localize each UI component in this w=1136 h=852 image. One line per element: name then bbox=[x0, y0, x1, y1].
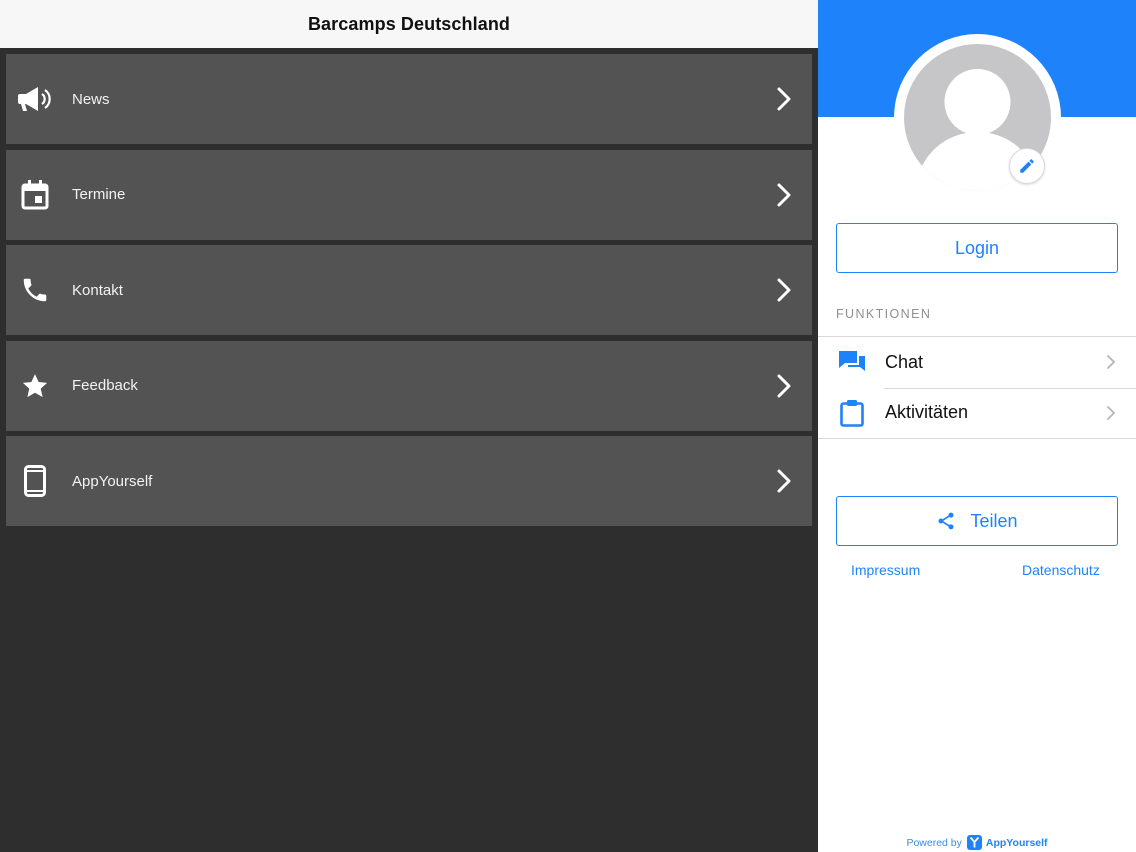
powered-by-prefix: Powered by bbox=[906, 836, 962, 849]
powered-by[interactable]: Powered by AppYourself bbox=[818, 835, 1136, 850]
star-icon bbox=[18, 370, 52, 402]
menu-item-label: News bbox=[72, 90, 110, 108]
powered-by-brand: AppYourself bbox=[985, 836, 1048, 849]
megaphone-icon bbox=[18, 83, 52, 115]
menu-item-appyourself[interactable]: AppYourself bbox=[6, 436, 812, 526]
pencil-icon bbox=[1020, 159, 1034, 173]
main-pane: Barcamps Deutschland News Termine Kontak… bbox=[0, 0, 818, 852]
appyourself-logo-icon bbox=[966, 835, 982, 850]
function-item-aktivitaeten[interactable]: Aktivitäten bbox=[818, 387, 1136, 439]
functions-list: Chat Aktivitäten bbox=[818, 336, 1136, 439]
chevron-right-icon bbox=[777, 183, 791, 206]
page-title: Barcamps Deutschland bbox=[307, 13, 511, 34]
share-button[interactable]: Teilen bbox=[836, 496, 1118, 546]
phone-icon bbox=[18, 274, 52, 306]
function-item-label: Aktivitäten bbox=[885, 402, 969, 423]
app-root: Barcamps Deutschland News Termine Kontak… bbox=[0, 0, 1136, 852]
login-button-label: Login bbox=[954, 237, 1000, 258]
chevron-right-icon bbox=[777, 374, 791, 397]
chevron-right-icon bbox=[1107, 405, 1116, 420]
menu-item-label: Feedback bbox=[72, 377, 138, 394]
function-item-chat[interactable]: Chat bbox=[818, 337, 1136, 388]
chevron-right-icon bbox=[777, 278, 791, 302]
clipboard-icon bbox=[838, 399, 866, 427]
menu-item-label: Termine bbox=[72, 186, 126, 203]
calendar-icon bbox=[18, 179, 52, 211]
menu-item-termine[interactable]: Termine bbox=[6, 149, 812, 240]
edit-avatar-button[interactable] bbox=[1009, 148, 1045, 184]
menu-item-label: AppYourself bbox=[72, 472, 153, 490]
chevron-right-icon bbox=[1107, 355, 1116, 369]
side-drawer: Login FUNKTIONEN Chat Aktivitäten Teilen… bbox=[818, 0, 1136, 852]
main-menu: News Termine Kontakt Feedback AppYoursel… bbox=[6, 54, 812, 532]
login-button[interactable]: Login bbox=[836, 223, 1118, 273]
chat-bubbles-icon bbox=[838, 348, 866, 376]
share-button-label: Teilen bbox=[970, 510, 1018, 531]
section-label-funktionen: FUNKTIONEN bbox=[836, 307, 932, 321]
top-bar: Barcamps Deutschland bbox=[0, 0, 818, 48]
menu-item-label: Kontakt bbox=[72, 281, 123, 299]
chevron-right-icon bbox=[777, 87, 791, 111]
share-icon bbox=[936, 511, 956, 531]
impressum-link[interactable]: Impressum bbox=[851, 562, 920, 578]
menu-item-news[interactable]: News bbox=[6, 54, 812, 144]
menu-item-feedback[interactable]: Feedback bbox=[6, 340, 812, 431]
menu-item-kontakt[interactable]: Kontakt bbox=[6, 245, 812, 335]
chevron-right-icon bbox=[777, 469, 791, 493]
smartphone-icon bbox=[18, 465, 52, 497]
function-item-label: Chat bbox=[885, 351, 924, 372]
datenschutz-link[interactable]: Datenschutz bbox=[1022, 562, 1100, 578]
